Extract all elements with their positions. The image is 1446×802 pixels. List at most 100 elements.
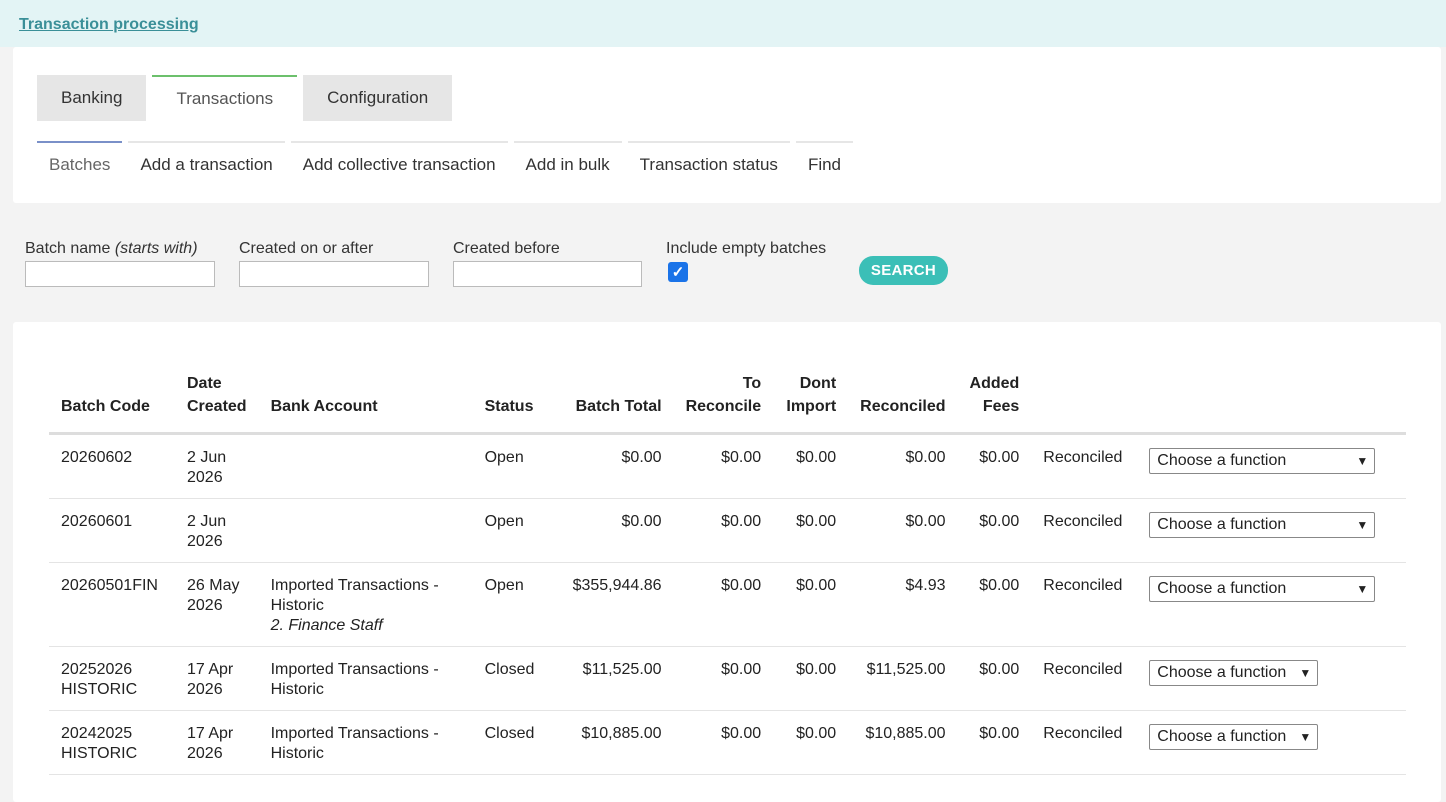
batches-table-panel: Batch Code Date Created Bank Account Stat… <box>13 322 1441 802</box>
to-reconcile-cell: $0.00 <box>673 498 774 563</box>
batches-table: Batch Code Date Created Bank Account Stat… <box>49 368 1406 775</box>
added-fees-cell: $0.00 <box>957 433 1032 499</box>
col-reconciled: Reconciled <box>848 368 958 435</box>
chevron-down-icon: ▼ <box>1356 454 1369 468</box>
function-select[interactable]: Choose a function ▼ <box>1149 576 1376 602</box>
col-batch-code: Batch Code <box>49 368 175 435</box>
batch-code-cell[interactable]: 20260501FIN <box>49 562 175 647</box>
bank-sub-label: 2. Finance Staff <box>270 617 383 634</box>
batch-name-input[interactable] <box>25 261 215 287</box>
function-select[interactable]: Choose a function ▼ <box>1149 724 1319 750</box>
state-cell: Reconciled <box>1031 498 1138 563</box>
dont-import-cell: $0.00 <box>773 562 849 647</box>
added-fees-cell: $0.00 <box>957 646 1032 711</box>
checkmark-icon: ✓ <box>671 264 685 281</box>
batch-code-cell[interactable]: 20260602 <box>49 433 175 499</box>
table-row: 20260601 2 Jun 2026 Open $0.00 $0.00 $0.0… <box>49 498 1406 563</box>
tab-transactions[interactable]: Transactions <box>152 75 298 121</box>
search-button[interactable]: SEARCH <box>859 256 948 285</box>
chevron-down-icon: ▼ <box>1299 730 1312 744</box>
col-added-fees: Added Fees <box>957 368 1032 435</box>
date-cell: 2 Jun 2026 <box>175 433 259 499</box>
col-to-reconcile: To Reconcile <box>673 368 774 435</box>
to-reconcile-cell: $0.00 <box>673 562 774 647</box>
navigation-panel: Banking Transactions Configuration Batch… <box>13 47 1441 203</box>
action-cell: Choose a function ▼ <box>1137 498 1406 563</box>
main-tabs: Banking Transactions Configuration <box>37 75 453 121</box>
batch-code-cell[interactable]: 20252026 HISTORIC <box>49 646 175 711</box>
batch-name-label: Batch name (starts with) <box>25 240 198 257</box>
table-row: 20260501FIN 26 May 2026 Imported Transact… <box>49 562 1406 647</box>
include-empty-label: Include empty batches <box>666 240 827 257</box>
created-before-label: Created before <box>453 240 560 257</box>
batch-name-hint: (starts with) <box>114 240 198 257</box>
col-actions <box>1137 368 1406 435</box>
col-date-created: Date Created <box>175 368 259 435</box>
tab-configuration[interactable]: Configuration <box>303 75 453 121</box>
to-reconcile-cell: $0.00 <box>673 646 774 711</box>
reconciled-cell: $11,525.00 <box>848 646 958 711</box>
bank-account-cell: Imported Transactions - Historic <box>258 710 473 775</box>
bank-account-cell <box>258 498 473 563</box>
subtab-add-collective-transaction[interactable]: Add collective transaction <box>290 141 508 177</box>
page-title-link[interactable]: Transaction processing <box>19 16 199 34</box>
state-cell: Reconciled <box>1031 562 1138 647</box>
action-cell: Choose a function ▼ <box>1137 710 1406 775</box>
state-cell: Reconciled <box>1031 646 1138 711</box>
added-fees-cell: $0.00 <box>957 562 1032 647</box>
col-dont-import: Dont Import <box>773 368 849 435</box>
to-reconcile-cell: $0.00 <box>673 433 774 499</box>
status-cell: Closed <box>472 646 561 711</box>
created-before-filter: Created before <box>453 240 642 287</box>
table-header-row: Batch Code Date Created Bank Account Stat… <box>49 368 1406 435</box>
table-row: 20242025 HISTORIC 17 Apr 2026 Imported Tra… <box>49 710 1406 775</box>
batch-code-cell[interactable]: 20260601 <box>49 498 175 563</box>
function-select[interactable]: Choose a function ▼ <box>1149 448 1376 474</box>
reconciled-cell: $0.00 <box>848 498 958 563</box>
batch-total-cell: $11,525.00 <box>560 646 674 711</box>
status-cell: Open <box>472 498 561 563</box>
added-fees-cell: $0.00 <box>957 710 1032 775</box>
subtab-add-transaction[interactable]: Add a transaction <box>128 141 285 177</box>
chevron-down-icon: ▼ <box>1356 582 1369 596</box>
batch-total-cell: $0.00 <box>560 433 674 499</box>
status-cell: Closed <box>472 710 561 775</box>
table-row: 20252026 HISTORIC 17 Apr 2026 Imported Tra… <box>49 646 1406 711</box>
subtab-batches[interactable]: Batches <box>37 141 123 177</box>
status-cell: Open <box>472 433 561 499</box>
created-after-input[interactable] <box>239 261 429 287</box>
subtab-add-in-bulk[interactable]: Add in bulk <box>513 141 622 177</box>
include-empty-checkbox[interactable]: ✓ <box>668 262 688 282</box>
dont-import-cell: $0.00 <box>773 710 849 775</box>
subtab-transaction-status[interactable]: Transaction status <box>627 141 790 177</box>
batch-code-cell[interactable]: 20242025 HISTORIC <box>49 710 175 775</box>
tab-banking[interactable]: Banking <box>37 75 147 121</box>
created-after-label: Created on or after <box>239 240 374 257</box>
col-batch-total: Batch Total <box>560 368 674 435</box>
sub-tabs: Batches Add a transaction Add collective… <box>37 141 854 177</box>
action-cell: Choose a function ▼ <box>1137 433 1406 499</box>
include-empty-filter: Include empty batches <box>666 240 826 258</box>
subtab-find[interactable]: Find <box>795 141 854 177</box>
col-bank-account: Bank Account <box>258 368 473 435</box>
function-select[interactable]: Choose a function ▼ <box>1149 660 1319 686</box>
to-reconcile-cell: $0.00 <box>673 710 774 775</box>
batch-total-cell: $355,944.86 <box>560 562 674 647</box>
reconciled-cell: $4.93 <box>848 562 958 647</box>
chevron-down-icon: ▼ <box>1299 666 1312 680</box>
action-cell: Choose a function ▼ <box>1137 646 1406 711</box>
created-before-input[interactable] <box>453 261 642 287</box>
col-state <box>1031 368 1138 435</box>
batch-name-filter: Batch name (starts with) <box>25 240 215 287</box>
dont-import-cell: $0.00 <box>773 646 849 711</box>
date-cell: 2 Jun 2026 <box>175 498 259 563</box>
reconciled-cell: $10,885.00 <box>848 710 958 775</box>
function-select[interactable]: Choose a function ▼ <box>1149 512 1376 538</box>
reconciled-cell: $0.00 <box>848 433 958 499</box>
chevron-down-icon: ▼ <box>1356 518 1369 532</box>
state-cell: Reconciled <box>1031 433 1138 499</box>
top-bar: Transaction processing <box>0 0 1446 47</box>
bank-account-cell: Imported Transactions - Historic 2. Financ… <box>258 562 473 647</box>
created-after-filter: Created on or after <box>239 240 429 287</box>
batch-total-cell: $10,885.00 <box>560 710 674 775</box>
